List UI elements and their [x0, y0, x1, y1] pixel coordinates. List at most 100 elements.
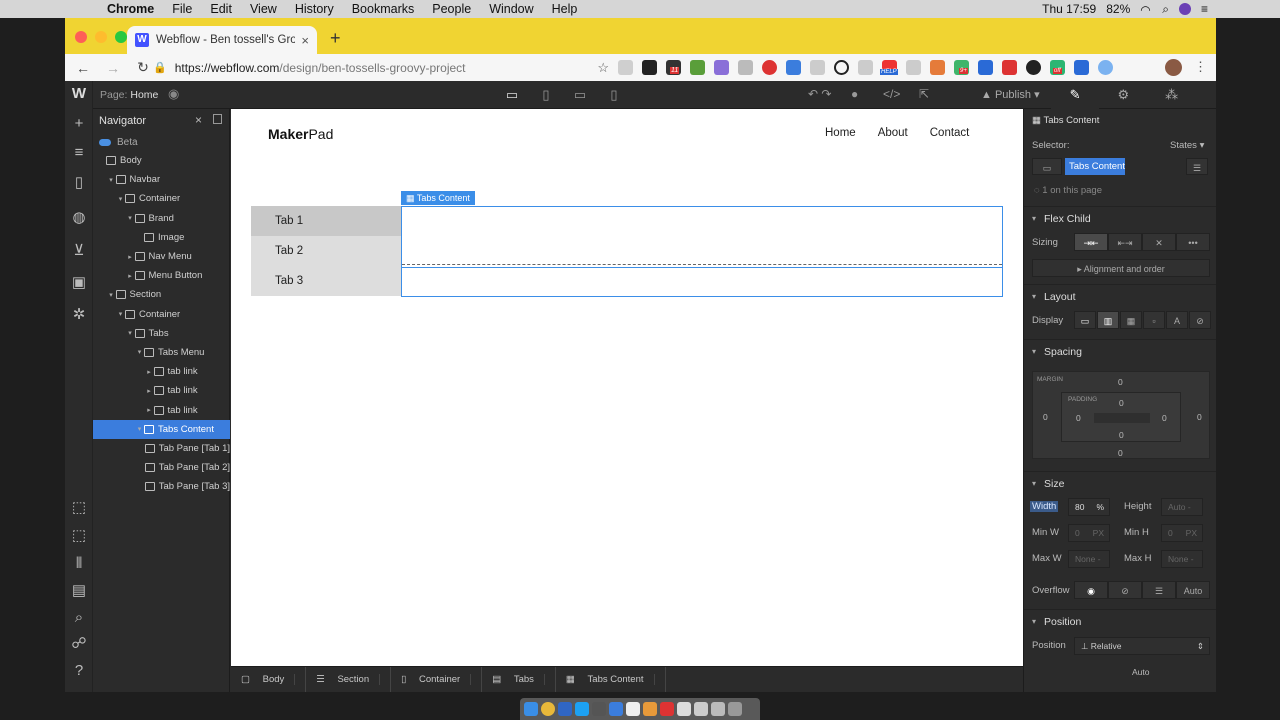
padding-bottom-value[interactable]: 0 [1119, 430, 1124, 440]
tab-link-2[interactable]: Tab 2 [251, 236, 401, 266]
display-grid-icon[interactable]: ▦ [1120, 311, 1142, 329]
spotlight-icon[interactable]: ⌕ [1162, 2, 1169, 17]
clock[interactable]: Thu 17:59 [1042, 2, 1096, 16]
menu-people[interactable]: People [423, 2, 480, 16]
close-navigator-icon[interactable]: × [195, 113, 202, 127]
padding-left-value[interactable]: 0 [1076, 413, 1081, 423]
menu-history[interactable]: History [286, 2, 343, 16]
navigator-node[interactable]: ▾ Section [93, 285, 230, 304]
mail-icon[interactable] [609, 702, 623, 716]
padding-right-value[interactable]: 0 [1162, 413, 1167, 423]
add-elements-icon[interactable]: + [70, 115, 88, 133]
camera-extension-icon[interactable] [738, 60, 753, 75]
navigator-node[interactable]: ▾ Navbar [93, 170, 230, 189]
preview-eye-icon[interactable]: ◉ [168, 86, 179, 102]
caret-down-icon[interactable]: ▾ [116, 195, 125, 203]
wifi-icon[interactable]: ◠ [1140, 3, 1152, 17]
menu-app-name[interactable]: Chrome [98, 2, 163, 16]
width-unit[interactable]: % [1096, 499, 1104, 515]
pages-icon[interactable]: ▯ [70, 174, 88, 192]
dock-app-icon[interactable] [711, 702, 725, 716]
settings-icon[interactable]: ✲ [70, 306, 88, 324]
width-input[interactable]: 80% [1068, 498, 1110, 516]
class-chip[interactable]: Tabs Content [1065, 158, 1125, 175]
navigator-node[interactable]: ▸ Nav Menu [93, 247, 230, 266]
extension-icon[interactable] [1002, 60, 1017, 75]
alignment-order-toggle[interactable]: ▸ Alignment and order [1032, 259, 1210, 277]
navigator-node[interactable]: ▾ Tabs Content [93, 419, 230, 439]
navigator-node[interactable]: ▾ Brand [93, 209, 230, 228]
states-dropdown[interactable]: States ▾ [1170, 140, 1204, 151]
menu-file[interactable]: File [163, 2, 201, 16]
dock-app-icon[interactable] [660, 702, 674, 716]
navigator-node[interactable]: Tab Pane [Tab 3] [93, 477, 230, 496]
extension-icon[interactable]: 9+ [954, 60, 969, 75]
menu-bookmarks[interactable]: Bookmarks [343, 2, 424, 16]
publish-button[interactable]: ▲ Publish ▾ [981, 88, 1040, 101]
navigator-node[interactable]: ▾ Tabs [93, 324, 230, 343]
min-width-input[interactable]: 0 PX [1068, 524, 1110, 542]
overflow-auto-button[interactable]: Auto [1176, 581, 1210, 599]
bookmark-star-icon[interactable]: ☆ [597, 60, 609, 76]
control-center-icon[interactable]: ≡ [1201, 2, 1208, 16]
max-height-input[interactable]: None - [1161, 550, 1203, 568]
dropbox-extension-icon[interactable] [1074, 60, 1089, 75]
ecommerce-icon[interactable]: ⊻ [70, 242, 88, 260]
tabs-content-box[interactable] [401, 206, 1003, 297]
battery-percent[interactable]: 82% [1106, 2, 1130, 16]
chrome-menu-icon[interactable]: ⋮ [1194, 59, 1207, 75]
section-position[interactable]: Position [1024, 609, 1216, 634]
caret-down-icon[interactable]: ▾ [126, 214, 135, 222]
close-window-button[interactable] [75, 31, 87, 43]
navigator-node[interactable]: ▸ tab link [93, 400, 230, 419]
extension-icon[interactable] [810, 60, 825, 75]
sizing-grow-button[interactable]: ⇤⇥ [1108, 233, 1142, 251]
dock-app-icon[interactable] [677, 702, 691, 716]
trash-icon[interactable] [728, 702, 742, 716]
menu-help[interactable]: Help [543, 2, 587, 16]
caret-right-icon[interactable]: ▸ [126, 272, 135, 280]
navigator-node[interactable]: Tab Pane [Tab 1] [93, 439, 230, 458]
height-input[interactable]: Auto - [1161, 498, 1203, 516]
max-width-input[interactable]: None - [1068, 550, 1110, 568]
dock-app-icon[interactable] [643, 702, 657, 716]
element-settings-gear-icon[interactable]: ⚙ [1099, 81, 1147, 109]
caret-down-icon[interactable]: ▾ [135, 348, 144, 356]
code-icon[interactable]: </> [883, 87, 900, 101]
breadcrumb-body[interactable]: ▢ Body [231, 667, 307, 692]
section-flex-child[interactable]: Flex Child [1024, 206, 1216, 231]
collaborators-icon[interactable]: ☍ [70, 635, 88, 653]
navigator-node[interactable]: Image [93, 228, 230, 247]
min-height-input[interactable]: 0 PX [1161, 524, 1203, 542]
breadcrumb-tabs-content[interactable]: ▦ Tabs Content [556, 667, 666, 692]
display-inline-icon[interactable]: A [1166, 311, 1188, 329]
caret-down-icon[interactable]: ▾ [135, 425, 144, 433]
interactions-bolt-icon[interactable]: ϟ [1196, 81, 1216, 109]
style-manager-drops-icon[interactable]: ⁂ [1148, 81, 1196, 109]
reload-icon[interactable]: ↻ [131, 59, 155, 76]
selector-menu-icon[interactable]: ☰ [1186, 158, 1208, 175]
address-bar[interactable]: 🔒 https://webflow.com/design/ben-tossell… [153, 57, 609, 78]
dock-app-icon[interactable] [592, 702, 606, 716]
twitter-icon[interactable] [575, 702, 589, 716]
margin-left-value[interactable]: 0 [1043, 412, 1048, 422]
min-width-unit[interactable]: PX [1093, 525, 1104, 541]
extension-icon[interactable] [1026, 60, 1041, 75]
minimize-window-button[interactable] [95, 31, 107, 43]
display-none-icon[interactable]: ⊘ [1189, 311, 1211, 329]
undo-redo-icons[interactable]: ↶ ↷ [808, 87, 831, 101]
navigator-node[interactable]: Body [93, 151, 230, 170]
selection-label[interactable]: ▦ Tabs Content [401, 191, 475, 205]
menu-view[interactable]: View [241, 2, 286, 16]
caret-down-icon[interactable]: ▾ [107, 291, 116, 299]
caret-down-icon[interactable]: ▾ [126, 329, 135, 337]
min-height-unit[interactable]: PX [1186, 525, 1197, 541]
breadcrumb-container[interactable]: ▯ Container [391, 667, 483, 692]
beta-toggle[interactable]: Beta [99, 137, 138, 148]
navigator-node[interactable]: ▾ Container [93, 305, 230, 324]
desktop-breakpoint-icon[interactable]: ▭ [501, 85, 523, 105]
cms-icon[interactable]: ◍ [70, 209, 88, 227]
search-icon[interactable]: ⌕ [70, 609, 88, 627]
navigator-node[interactable]: ▸ tab link [93, 362, 230, 381]
profile-avatar[interactable] [1165, 59, 1182, 76]
